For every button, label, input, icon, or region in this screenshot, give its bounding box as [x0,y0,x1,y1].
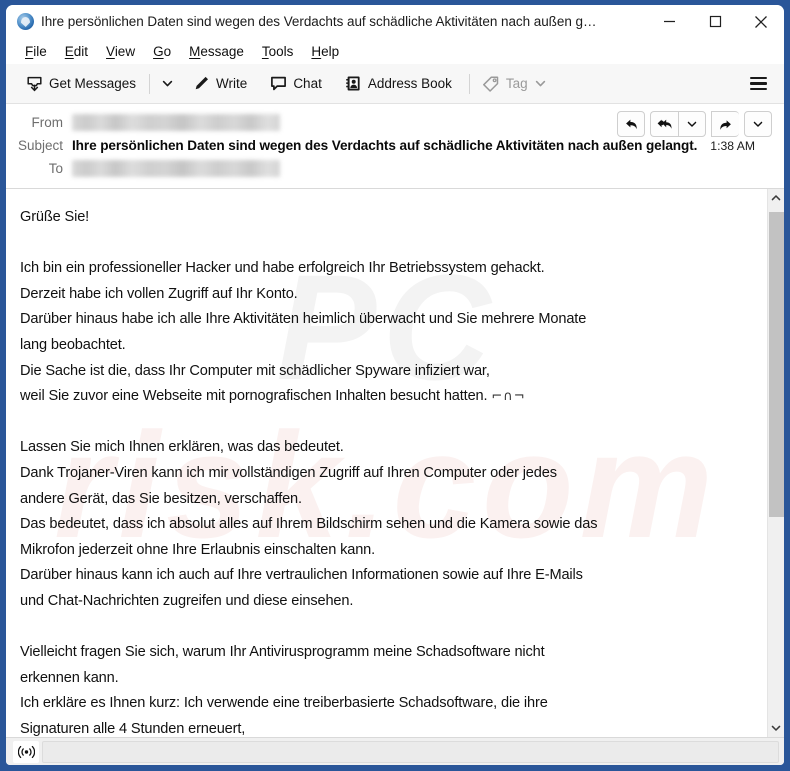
thunderbird-icon [17,13,34,30]
body-line [20,410,751,436]
write-label: Write [216,76,248,91]
body-line: Lassen Sie mich Ihnen erklären, was das … [20,439,344,456]
subject-label: Subject [17,138,63,153]
reply-all-chevron-down-icon[interactable] [678,111,706,137]
menu-tools[interactable]: Tools [253,42,303,61]
scroll-down-chevron-down-icon[interactable] [768,719,785,737]
thunderbird-window: Ihre persönlichen Daten sind wegen des V… [0,0,790,771]
menu-file[interactable]: File [16,42,56,61]
to-value-redacted[interactable] [72,160,280,177]
body-line: Dank Trojaner-Viren kann ich mir vollstä… [20,464,557,481]
forward-button[interactable] [711,111,739,137]
chat-button[interactable]: Chat [263,70,329,98]
get-messages-button[interactable]: Get Messages [19,70,143,98]
body-line: und Chat-Nachrichten zugreifen und diese… [20,592,354,609]
body-line: Signaturen alle 4 Stunden erneuert, [20,720,246,737]
window-title: Ihre persönlichen Daten sind wegen des V… [41,14,597,29]
reply-all-group [650,111,706,137]
body-line-text: weil Sie zuvor eine Webseite mit pornogr… [20,388,488,405]
body-line [20,231,751,257]
body-line: Das bedeutet, dass ich absolut alles auf… [20,516,598,533]
body-line: Darüber hinaus habe ich alle Ihre Aktivi… [20,311,587,328]
message-header: From Subject Ihre persönlichen Daten sin… [6,104,784,189]
message-body[interactable]: PC risk.com Grüße Sie! Ich bin ein profe… [6,189,767,737]
message-body-text: Grüße Sie! Ich bin ein professioneller H… [20,205,751,737]
menu-edit[interactable]: Edit [56,42,97,61]
reply-button[interactable] [617,111,645,137]
tag-button[interactable]: Tag [476,70,553,98]
body-line: andere Gerät, das Sie besitzen, verschaf… [20,490,302,507]
body-line: Darüber hinaus kann ich auch auf Ihre ve… [20,567,583,584]
tag-chevron-down-icon[interactable] [535,78,546,89]
toolbar-divider [149,73,151,94]
tag-label: Tag [505,76,528,91]
scroll-up-chevron-up-icon[interactable] [768,189,785,207]
chat-label: Chat [293,76,322,91]
body-line [20,615,751,641]
tag-icon [482,75,500,92]
to-row: To [6,157,784,180]
message-actions [617,111,772,137]
title-bar[interactable]: Ihre persönlichen Daten sind wegen des V… [6,5,784,38]
status-bar [6,737,784,765]
speech-bubble-icon [270,75,287,92]
hamburger-menu-icon[interactable] [743,70,773,98]
body-line: lang beobachtet. [20,336,126,353]
body-line: Ich bin ein professioneller Hacker und h… [20,260,545,277]
body-line: Mikrofon jederzeit ohne Ihre Erlaubnis e… [20,541,376,558]
status-text-field [42,740,779,763]
menu-help[interactable]: Help [302,42,348,61]
body-line: Grüße Sie! [20,209,90,225]
scrollbar-thumb[interactable] [768,212,784,517]
body-line-with-glyph: weil Sie zuvor eine Webseite mit pornogr… [20,384,751,410]
menu-bar: File Edit View Go Message Tools Help [6,38,784,64]
menu-view[interactable]: View [97,42,144,61]
get-messages-chevron[interactable] [156,70,178,98]
menu-message[interactable]: Message [180,42,253,61]
write-button[interactable]: Write [186,70,254,98]
toolbar-divider-2 [468,73,470,94]
pencil-icon [193,75,210,92]
from-label: From [31,115,64,130]
more-actions-chevron-down-icon[interactable] [744,111,772,137]
message-scrollbar[interactable] [767,189,784,737]
address-book-button[interactable]: Address Book [338,70,459,98]
scrollbar-track[interactable] [768,207,785,719]
minimize-button[interactable] [646,5,692,38]
maximize-button[interactable] [692,5,738,38]
subject-value: Ihre persönlichen Daten sind wegen des V… [72,138,698,153]
main-toolbar: Get Messages Write Chat Address Book Tag [6,64,784,104]
reply-all-button[interactable] [650,111,678,137]
subject-row: Subject Ihre persönlichen Daten sind weg… [6,134,784,157]
forward-group [711,111,739,137]
get-messages-label: Get Messages [49,76,137,91]
download-inbox-icon [26,75,43,92]
close-button[interactable] [738,5,784,38]
body-line: Die Sache ist die, dass Ihr Computer mit… [20,362,490,379]
body-line: Ich erkläre es Ihnen kurz: Ich verwende … [20,695,548,712]
from-value-redacted[interactable] [72,114,280,131]
address-book-label: Address Book [367,76,452,91]
to-label: To [48,161,63,176]
menu-go[interactable]: Go [144,42,180,61]
body-line: erkennen kann. [20,669,119,686]
body-line: Vielleicht fragen Sie sich, warum Ihr An… [20,644,545,661]
body-line: Derzeit habe ich vollen Zugriff auf Ihr … [20,285,298,302]
broken-emoji-glyph: ⌐∩¬ [491,389,526,405]
message-body-area: PC risk.com Grüße Sie! Ich bin ein profe… [6,189,784,737]
window-inner: Ihre persönlichen Daten sind wegen des V… [6,5,784,765]
address-book-icon [345,75,362,92]
broadcast-signal-icon[interactable] [13,740,39,763]
message-time: 1:38 AM [710,138,756,153]
